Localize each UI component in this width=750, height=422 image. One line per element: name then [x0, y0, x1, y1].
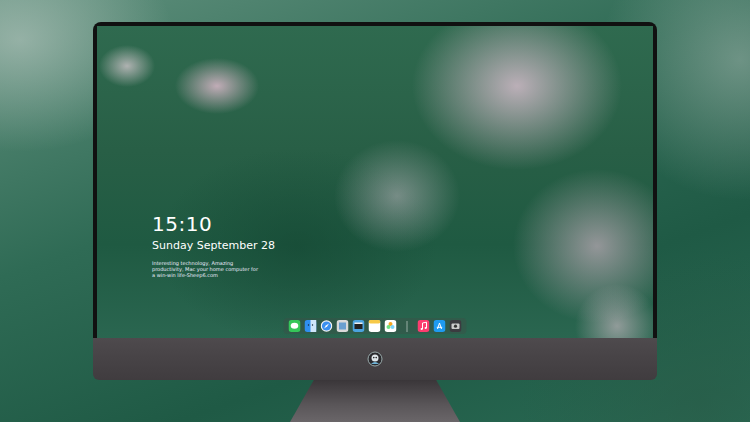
appstore-icon[interactable]	[434, 320, 446, 332]
photos-icon[interactable]	[385, 320, 397, 332]
video-icon[interactable]	[353, 320, 365, 332]
dock-separator	[407, 321, 408, 332]
camera-icon[interactable]	[450, 320, 462, 332]
clock-caption: Interesting technology, Amazing producti…	[152, 260, 262, 278]
preview-icon[interactable]	[337, 320, 349, 332]
monitor-chin	[93, 338, 657, 380]
notes-icon[interactable]	[369, 320, 381, 332]
clock-time: 15:10	[152, 212, 275, 236]
dock	[284, 318, 467, 334]
music-icon[interactable]	[418, 320, 430, 332]
finder-icon[interactable]	[305, 320, 317, 332]
monitor: 15:10 Sunday September 28 Interesting tech…	[93, 22, 657, 422]
screen-bezel: 15:10 Sunday September 28 Interesting tech…	[93, 22, 657, 338]
monitor-stand	[290, 380, 460, 422]
messages-icon[interactable]	[289, 320, 301, 332]
clock-widget: 15:10 Sunday September 28 Interesting tech…	[152, 212, 275, 278]
safari-icon[interactable]	[321, 320, 333, 332]
desktop-wallpaper: 15:10 Sunday September 28 Interesting tech…	[97, 26, 653, 338]
clock-date: Sunday September 28	[152, 239, 275, 253]
logo-icon	[367, 351, 383, 367]
